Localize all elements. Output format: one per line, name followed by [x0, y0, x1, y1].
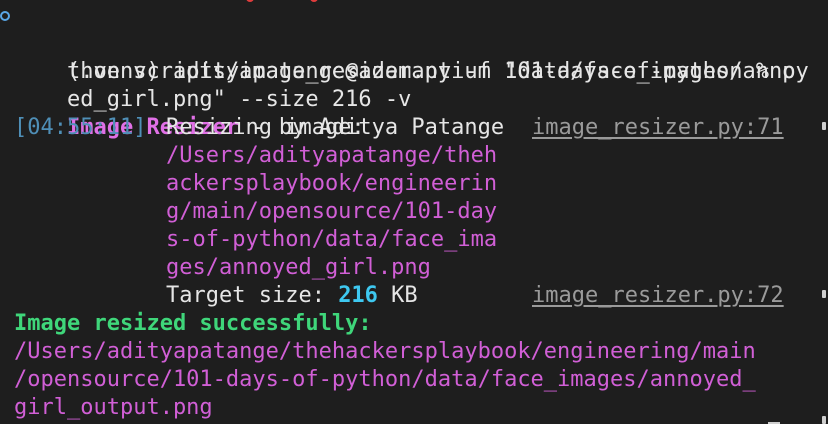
log-source-link[interactable]: image_resizer.py:71	[532, 114, 784, 142]
banner-line: Image Resizer - by Aditya Patange	[14, 86, 504, 140]
scroll-marker	[822, 290, 826, 298]
output-path-line: girl_output.png	[14, 395, 213, 420]
prompt-line-1: (.venv) adityapatange@adamantium 101-day…	[0, 2, 809, 84]
success-message: Image resized successfully:	[14, 311, 372, 336]
log-path-line: ackersplaybook/engineerin	[166, 171, 498, 196]
scroll-marker	[822, 122, 826, 130]
log-path-line: ges/annoyed_girl.png	[166, 255, 431, 280]
target-size-value: 216	[338, 283, 378, 308]
output-path-line: /opensource/101-days-of-python/data/face…	[14, 367, 756, 392]
output-path-line: /Users/adityapatange/thehackersplaybook/…	[14, 339, 756, 364]
log-source-link[interactable]: image_resizer.py:72	[532, 282, 784, 310]
target-size-unit: KB	[377, 283, 418, 308]
log-path-line: /Users/adityapatange/theh	[166, 143, 498, 168]
terminal-scrollbar[interactable]	[820, 0, 828, 424]
prompt-status-icon	[0, 11, 10, 21]
prompt-line-3: ed_girl.png" --size 216 -v	[14, 58, 411, 112]
log-target-size: Target size: 216 KB	[166, 282, 418, 310]
terminal-window[interactable]: (.venv) adityapatange@adamantium 101-day…	[0, 0, 828, 424]
scroll-marker	[822, 416, 826, 424]
target-size-label: Target size:	[166, 283, 339, 308]
log-timestamp: [04:55:11]	[14, 115, 147, 140]
log-message: Resizing image:	[166, 115, 365, 140]
prompt-line-2: thon scripts/image_resizer.py -f "data/f…	[14, 30, 795, 84]
log-path-line: s-of-python/data/face_ima	[166, 227, 498, 252]
log-path-line: g/main/opensource/101-day	[166, 199, 498, 224]
